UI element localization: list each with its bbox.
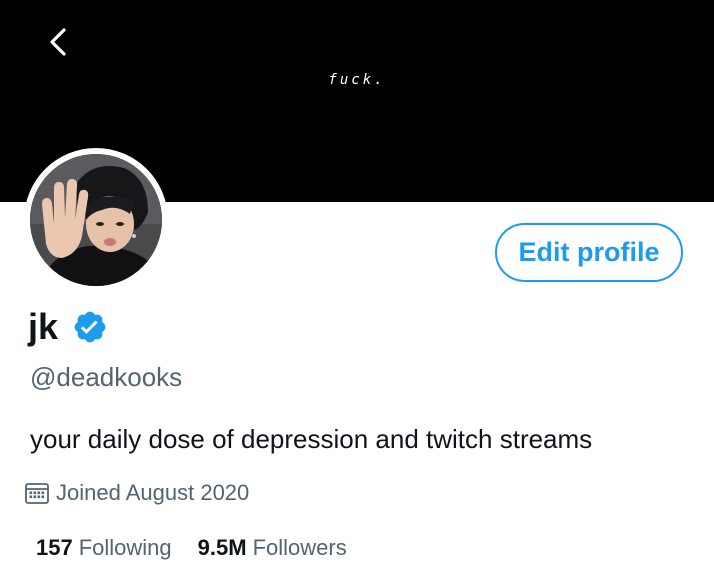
back-button[interactable] (40, 22, 80, 62)
following-label: Following (78, 535, 172, 560)
followers-link[interactable]: 9.5M Followers (198, 535, 347, 561)
following-link[interactable]: 157 Following (36, 535, 172, 561)
edit-profile-button[interactable]: Edit profile (495, 223, 683, 282)
joined-date-label: Joined August 2020 (56, 480, 250, 505)
follow-stats: 157 Following 9.5M Followers (36, 535, 347, 561)
profile-page: fuck. Edit profile jk @deadkooks your da… (0, 0, 714, 581)
avatar-image (30, 154, 162, 286)
avatar[interactable] (24, 148, 168, 292)
chevron-left-icon (50, 28, 66, 56)
joined-date: Joined August 2020 (24, 480, 249, 506)
banner-text: fuck. (328, 72, 386, 88)
avatar-photo (30, 154, 162, 286)
profile-handle: @deadkooks (30, 362, 183, 392)
followers-label: Followers (252, 535, 347, 560)
name-row: jk (28, 306, 108, 348)
calendar-icon (25, 483, 49, 504)
profile-bio: your daily dose of depression and twitch… (30, 424, 593, 454)
display-name: jk (28, 306, 59, 347)
followers-count: 9.5M (197, 535, 247, 560)
following-count: 157 (36, 535, 73, 560)
verified-badge-icon (74, 311, 106, 343)
